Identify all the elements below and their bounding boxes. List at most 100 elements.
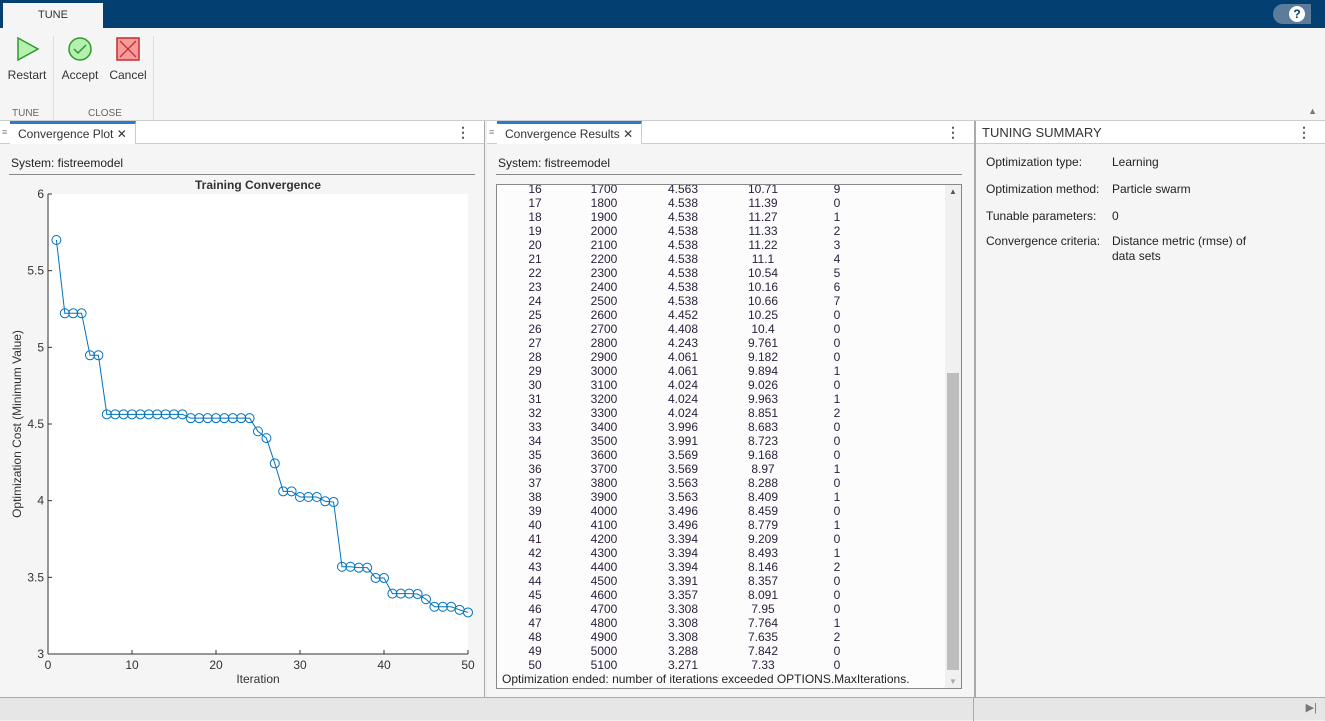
result-cell: 36 <box>528 462 542 476</box>
result-cell: 1 <box>833 364 841 378</box>
x-axis-label: Iteration <box>236 672 279 686</box>
result-cell: 4.563 <box>667 184 699 196</box>
result-cell: 49 <box>528 644 542 658</box>
result-cell: 3 <box>833 238 841 252</box>
result-cell: 4800 <box>590 616 618 630</box>
result-cell: 5 <box>833 266 841 280</box>
result-row: 25 2600 4.452 10.25 0 <box>497 308 945 322</box>
restart-label: Restart <box>7 68 47 82</box>
result-row: 28 2900 4.061 9.182 0 <box>497 350 945 364</box>
result-cell: 3.357 <box>667 588 699 602</box>
result-cell: 7.635 <box>747 630 779 644</box>
result-row: 38 3900 3.563 8.409 1 <box>497 490 945 504</box>
cancel-label: Cancel <box>109 68 147 82</box>
result-cell: 8.357 <box>747 574 779 588</box>
result-cell: 3.308 <box>667 616 699 630</box>
result-cell: 0 <box>833 658 841 672</box>
result-cell: 2100 <box>590 238 618 252</box>
result-cell: 10.16 <box>747 280 779 294</box>
vertical-scrollbar[interactable]: ▲ ▼ <box>945 185 961 688</box>
close-tab-icon[interactable]: ✕ <box>623 127 633 141</box>
x-tick-label: 40 <box>377 658 391 672</box>
result-cell: 7 <box>833 294 841 308</box>
result-cell: 10.54 <box>747 266 779 280</box>
y-tick-label: 5 <box>37 340 44 354</box>
result-cell: 0 <box>833 420 841 434</box>
close-tab-icon[interactable]: ✕ <box>117 127 127 141</box>
result-cell: 0 <box>833 434 841 448</box>
convergence-plot-panel: ≡ Convergence Plot ✕ ⋮ System: fistreemo… <box>0 121 485 697</box>
result-cell: 8.091 <box>747 588 779 602</box>
result-cell: 19 <box>528 224 542 238</box>
result-cell: 4000 <box>590 504 618 518</box>
result-cell: 3200 <box>590 392 618 406</box>
result-cell: 11.27 <box>748 210 778 224</box>
result-cell: 3.288 <box>667 644 699 658</box>
result-cell: 9.209 <box>747 532 779 546</box>
result-cell: 0 <box>833 574 841 588</box>
toolstrip: Restart TUNE Accept Cancel CLOSE ▲ <box>0 28 1325 121</box>
result-cell: 2 <box>833 224 841 238</box>
result-row: 26 2700 4.408 10.4 0 <box>497 322 945 336</box>
drag-grip-icon[interactable]: ≡ <box>2 127 7 137</box>
more-options-icon[interactable]: ⋮ <box>1297 124 1311 141</box>
accept-button[interactable]: Accept <box>60 36 100 82</box>
result-cell: 3.563 <box>667 476 699 490</box>
x-tick-label: 50 <box>461 658 475 672</box>
result-cell: 0 <box>833 350 841 364</box>
result-row: 32 3300 4.024 8.851 2 <box>497 406 945 420</box>
cancel-button[interactable]: Cancel <box>108 36 148 82</box>
result-cell: 1 <box>833 210 841 224</box>
result-cell: 4700 <box>590 602 618 616</box>
result-cell: 9.963 <box>747 392 779 406</box>
result-row: 35 3600 3.569 9.168 0 <box>497 448 945 462</box>
result-cell: 3700 <box>590 462 618 476</box>
tab-convergence-results[interactable]: Convergence Results ✕ <box>497 121 643 144</box>
result-cell: 9.026 <box>747 378 779 392</box>
result-cell: 8.723 <box>747 434 779 448</box>
result-cell: 41 <box>528 532 542 546</box>
tab-tune[interactable]: TUNE <box>3 3 103 28</box>
end-message: Optimization ended: number of iterations… <box>502 672 910 686</box>
result-row: 16 1700 4.563 10.71 9 <box>497 184 945 196</box>
help-button[interactable]: ? <box>1273 4 1311 24</box>
result-cell: 1 <box>833 490 841 504</box>
result-cell: 2 <box>833 560 841 574</box>
help-icon: ? <box>1289 6 1305 22</box>
result-cell: 8.146 <box>747 560 779 574</box>
result-cell: 45 <box>528 588 542 602</box>
drag-grip-icon[interactable]: ≡ <box>489 127 494 137</box>
expand-panel-icon[interactable]: ▶| <box>1306 701 1317 714</box>
result-cell: 4600 <box>590 588 618 602</box>
restart-button[interactable]: Restart <box>6 36 48 82</box>
result-cell: 2400 <box>590 280 618 294</box>
result-cell: 3.996 <box>667 420 699 434</box>
tab-convergence-plot[interactable]: Convergence Plot ✕ <box>10 121 136 144</box>
result-cell: 0 <box>833 644 841 658</box>
result-cell: 21 <box>528 252 542 266</box>
result-cell: 6 <box>833 280 841 294</box>
result-cell: 26 <box>528 322 542 336</box>
more-options-icon[interactable]: ⋮ <box>456 124 470 141</box>
scrollbar-thumb[interactable] <box>947 373 959 670</box>
result-row: 23 2400 4.538 10.16 6 <box>497 280 945 294</box>
tab-label: Convergence Plot <box>18 127 114 141</box>
result-cell: 3.394 <box>667 560 699 574</box>
result-cell: 2 <box>833 630 841 644</box>
result-cell: 1 <box>833 546 841 560</box>
collapse-toolstrip-icon[interactable]: ▲ <box>1308 106 1317 116</box>
more-options-icon[interactable]: ⋮ <box>946 124 960 141</box>
result-cell: 31 <box>528 392 542 406</box>
result-cell: 3.563 <box>667 490 699 504</box>
result-row: 41 4200 3.394 9.209 0 <box>497 532 945 546</box>
result-cell: 4.538 <box>667 252 699 266</box>
results-text-area[interactable]: 16 1700 4.563 10.71 9 17 1800 4.538 11.39 0 18 1900… <box>496 184 962 689</box>
scroll-up-icon[interactable]: ▲ <box>949 187 957 196</box>
result-row: 45 4600 3.357 8.091 0 <box>497 588 945 602</box>
result-cell: 1900 <box>590 210 618 224</box>
result-row: 22 2300 4.538 10.54 5 <box>497 266 945 280</box>
result-cell: 7.33 <box>751 658 775 672</box>
result-cell: 22 <box>528 266 542 280</box>
summary-item: Tunable parameters: 0 <box>986 209 1119 223</box>
scroll-down-icon[interactable]: ▼ <box>949 677 957 686</box>
